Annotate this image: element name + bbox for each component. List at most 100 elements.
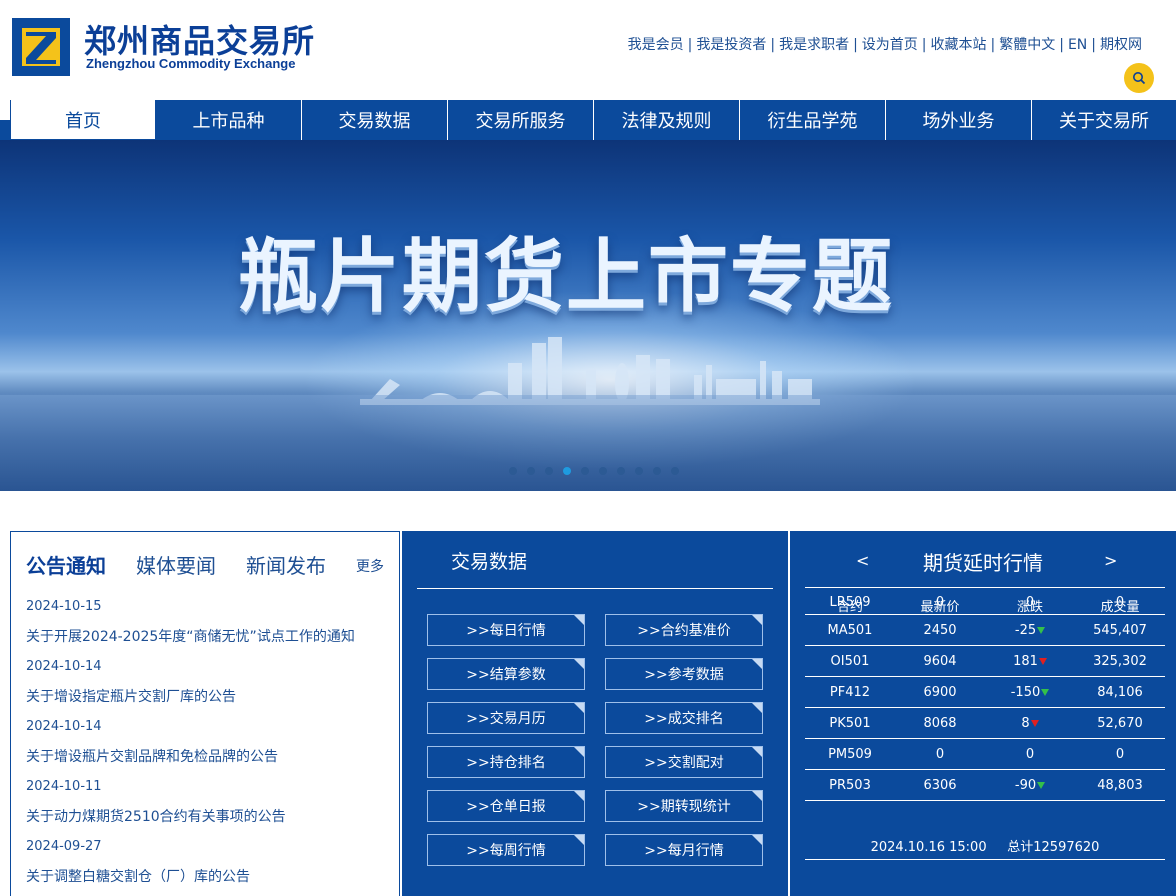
- change-value: -25: [1014, 622, 1037, 638]
- delivery-matching-button[interactable]: >>交割配对: [605, 746, 763, 778]
- table-row[interactable]: MA501 2450 -25 545,407: [805, 615, 1165, 646]
- quote-total: 总计12597620: [1007, 840, 1100, 855]
- link-traditional-chinese[interactable]: 繁體中文: [999, 37, 1055, 53]
- link-bookmark[interactable]: 收藏本站: [931, 37, 987, 53]
- carousel-dot[interactable]: [545, 467, 553, 475]
- nav-derivatives-academy[interactable]: 衍生品学苑: [740, 100, 886, 140]
- logo-en-text: Zhengzhou Commodity Exchange: [86, 56, 296, 71]
- page: 郑州商品交易所 Zhengzhou Commodity Exchange 我是会…: [0, 0, 1176, 896]
- corner-icon: [752, 835, 762, 845]
- contract-cell: MA501: [827, 622, 873, 638]
- warehouse-receipt-button[interactable]: >>仓单日报: [427, 790, 585, 822]
- monthly-quotes-button[interactable]: >>每月行情: [605, 834, 763, 866]
- quote-next-button[interactable]: >: [1104, 551, 1117, 570]
- nav-laws-rules[interactable]: 法律及规则: [594, 100, 740, 140]
- contract-cell: PM509: [828, 746, 872, 762]
- corner-icon: [574, 703, 584, 713]
- tab-press-releases[interactable]: 新闻发布: [246, 550, 326, 579]
- table-row[interactable]: PR503 6306 -90 48,803: [805, 770, 1165, 801]
- price-cell: 0: [935, 746, 945, 762]
- carousel-dot[interactable]: [527, 467, 535, 475]
- carousel-dot-active[interactable]: [563, 467, 571, 475]
- carousel-dot[interactable]: [617, 467, 625, 475]
- divider: [417, 588, 773, 589]
- carousel-dot[interactable]: [509, 467, 517, 475]
- carousel-dots: [509, 467, 679, 475]
- price-cell: 9604: [923, 653, 957, 669]
- nav-about[interactable]: 关于交易所: [1032, 100, 1176, 140]
- search-button[interactable]: [1124, 63, 1154, 93]
- news-date: 2024-10-14: [26, 719, 102, 734]
- price-cell: 2450: [923, 622, 957, 638]
- news-title-link[interactable]: 关于开展2024-2025年度“商储无忧”试点工作的通知: [26, 626, 391, 646]
- corner-icon: [574, 835, 584, 845]
- change-value: -150: [1010, 684, 1041, 700]
- logo[interactable]: 郑州商品交易所 Zhengzhou Commodity Exchange: [10, 12, 314, 82]
- nav-listed-products[interactable]: 上市品种: [156, 100, 302, 140]
- button-label: >>每日行情: [466, 623, 546, 639]
- divider: |: [770, 37, 776, 53]
- link-jobseeker[interactable]: 我是求职者: [779, 37, 849, 53]
- nav-otc-business[interactable]: 场外业务: [886, 100, 1032, 140]
- link-member[interactable]: 我是会员: [628, 37, 684, 53]
- efp-stats-button[interactable]: >>期转现统计: [605, 790, 763, 822]
- table-row[interactable]: OI501 9604 181 325,302: [805, 646, 1165, 677]
- change-cell: -25: [985, 623, 1075, 638]
- reference-data-button[interactable]: >>参考数据: [605, 658, 763, 690]
- volume-cell: 52,670: [1097, 715, 1143, 731]
- table-row[interactable]: PK501 8068 8 52,670: [805, 708, 1165, 739]
- button-label: >>交割配对: [644, 755, 724, 771]
- news-title-link[interactable]: 关于动力煤期货2510合约有关事项的公告: [26, 806, 391, 826]
- carousel-dot[interactable]: [599, 467, 607, 475]
- column-header: 成交量: [1100, 599, 1140, 615]
- divider: |: [1091, 37, 1096, 53]
- hero-banner[interactable]: 瓶片期货上市专题: [0, 140, 1176, 491]
- weekly-quotes-button[interactable]: >>每周行情: [427, 834, 585, 866]
- news-title-link[interactable]: 关于增设瓶片交割品牌和免检品牌的公告: [26, 746, 391, 766]
- nav-exchange-services[interactable]: 交易所服务: [448, 100, 594, 140]
- settlement-params-button[interactable]: >>结算参数: [427, 658, 585, 690]
- divider: |: [1059, 37, 1064, 53]
- link-investor[interactable]: 我是投资者: [696, 37, 766, 53]
- quote-timestamp: 2024.10.16 15:00: [870, 840, 987, 855]
- link-english[interactable]: EN: [1068, 37, 1087, 53]
- button-label: >>每周行情: [466, 843, 546, 859]
- table-row[interactable]: PF412 6900 -150 84,106: [805, 677, 1165, 708]
- trading-data-title[interactable]: 交易数据: [451, 547, 527, 574]
- news-more-link[interactable]: 更多: [356, 556, 384, 576]
- link-options-site[interactable]: 期权网: [1100, 37, 1142, 53]
- price-cell: 6306: [923, 777, 957, 793]
- carousel-dot[interactable]: [635, 467, 643, 475]
- quote-prev-button[interactable]: <: [856, 551, 869, 570]
- carousel-dot[interactable]: [653, 467, 661, 475]
- news-date: 2024-10-11: [26, 779, 102, 794]
- contract-benchmark-button[interactable]: >>合约基准价: [605, 614, 763, 646]
- news-date: 2024-09-27: [26, 839, 102, 854]
- search-icon: [1133, 72, 1146, 85]
- news-title-link[interactable]: 关于增设指定瓶片交割厂库的公告: [26, 686, 391, 706]
- tab-announcements[interactable]: 公告通知: [26, 550, 106, 579]
- carousel-dot[interactable]: [671, 467, 679, 475]
- button-label: >>交易月历: [466, 711, 546, 727]
- nav-trading-data[interactable]: 交易数据: [302, 100, 448, 140]
- header: 郑州商品交易所 Zhengzhou Commodity Exchange 我是会…: [0, 0, 1176, 100]
- volume-ranking-button[interactable]: >>成交排名: [605, 702, 763, 734]
- tab-media-news[interactable]: 媒体要闻: [136, 550, 216, 579]
- carousel-dot[interactable]: [581, 467, 589, 475]
- corner-icon: [752, 659, 762, 669]
- main-nav: 首页 上市品种 交易数据 交易所服务 法律及规则 衍生品学苑 场外业务 关于交易…: [10, 100, 1176, 140]
- down-arrow-icon: [1037, 626, 1046, 634]
- column-header: 最新价: [920, 599, 960, 615]
- table-row[interactable]: PM509 0 0 0: [805, 739, 1165, 770]
- volume-cell: 0: [1115, 746, 1125, 762]
- daily-quotes-button[interactable]: >>每日行情: [427, 614, 585, 646]
- link-set-homepage[interactable]: 设为首页: [862, 37, 918, 53]
- top-links: 我是会员 | 我是投资者 | 我是求职者 | 设为首页 | 收藏本站 | 繁體中文 | EN | 期权网: [628, 34, 1154, 93]
- divider: |: [990, 37, 996, 53]
- nav-home[interactable]: 首页: [10, 100, 156, 140]
- position-ranking-button[interactable]: >>持仓排名: [427, 746, 585, 778]
- change-cell: 0: [985, 747, 1075, 762]
- trading-calendar-button[interactable]: >>交易月历: [427, 702, 585, 734]
- corner-icon: [574, 747, 584, 757]
- news-title-link[interactable]: 关于调整白糖交割仓（厂）库的公告: [26, 866, 391, 886]
